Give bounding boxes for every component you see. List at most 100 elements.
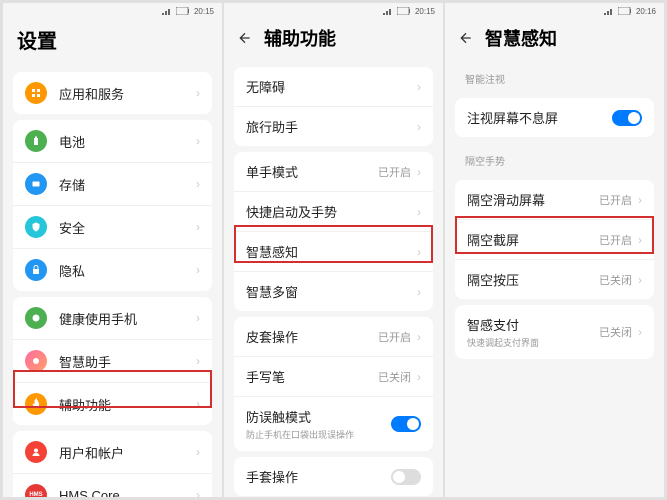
row-battery[interactable]: 电池 › [13, 120, 212, 162]
settings-group-2: 电池 › 存储 › 安全 › 隐私 › [13, 120, 212, 291]
chevron-right-icon: › [638, 193, 642, 207]
content: 智能注视 注视屏幕不息屏 隔空手势 隔空滑动屏幕 已开启 › 隔空截屏 已开启 … [445, 61, 664, 497]
row-stylus[interactable]: 手写笔 已关闭 › [234, 356, 433, 396]
assistant-icon [25, 350, 47, 372]
chevron-right-icon: › [196, 397, 200, 411]
status-time: 20:15 [415, 7, 435, 16]
row-accessibility[interactable]: 辅助功能 › [13, 382, 212, 425]
row-users[interactable]: 用户和帐户 › [13, 431, 212, 473]
row-label: 隐私 [59, 261, 194, 280]
row-gaze-keep-on[interactable]: 注视屏幕不息屏 [455, 98, 654, 137]
status-bar: 20:15 [224, 3, 443, 19]
chevron-right-icon: › [638, 273, 642, 287]
row-gestures[interactable]: 快捷启动及手势 › [234, 191, 433, 231]
row-label: 智感支付 [467, 315, 599, 334]
row-label: 隔空截屏 [467, 230, 599, 249]
chevron-right-icon: › [196, 354, 200, 368]
row-storage[interactable]: 存储 › [13, 162, 212, 205]
status-time: 20:15 [194, 7, 214, 16]
row-label: 手套操作 [246, 467, 391, 486]
row-label: 单手模式 [246, 162, 378, 181]
status-bar: 20:16 [445, 3, 664, 19]
group-2: 单手模式 已开启 › 快捷启动及手势 › 智慧感知 › 智慧多窗 › [234, 152, 433, 311]
group-air-gestures: 隔空滑动屏幕 已开启 › 隔空截屏 已开启 › 隔空按压 已关闭 › [455, 180, 654, 299]
status-bar: 20:15 [3, 3, 222, 19]
chevron-right-icon: › [417, 120, 421, 134]
screen-smart-sensing: 20:16 智慧感知 智能注视 注视屏幕不息屏 隔空手势 隔空滑动屏幕 已开启 … [445, 3, 664, 497]
row-label: HMS Core [59, 488, 194, 498]
toggle-glove[interactable] [391, 469, 421, 485]
chevron-right-icon: › [196, 177, 200, 191]
back-button[interactable] [236, 29, 254, 47]
shield-icon [25, 216, 47, 238]
hms-icon: HMS [25, 484, 47, 497]
row-label: 无障碍 [246, 77, 415, 96]
row-status: 已开启 [378, 164, 411, 180]
row-case[interactable]: 皮套操作 已开启 › [234, 317, 433, 356]
settings-group-4: 用户和帐户 › HMS HMS Core › 系统和更新 › i 关于手机 › [13, 431, 212, 497]
row-label: 安全 [59, 218, 194, 237]
content: 应用和服务 › 电池 › 存储 › 安全 › 隐私 [3, 66, 222, 497]
chevron-right-icon: › [196, 445, 200, 459]
page-title: 辅助功能 [264, 25, 336, 51]
row-sublabel: 快速调起支付界面 [467, 336, 599, 349]
signal-icon [162, 7, 172, 15]
row-security[interactable]: 安全 › [13, 205, 212, 248]
row-hms[interactable]: HMS HMS Core › [13, 473, 212, 497]
row-onehand[interactable]: 单手模式 已开启 › [234, 152, 433, 191]
row-label: 应用和服务 [59, 84, 194, 103]
chevron-right-icon: › [417, 370, 421, 384]
row-status: 已关闭 [599, 324, 632, 340]
user-icon [25, 441, 47, 463]
chevron-right-icon: › [638, 233, 642, 247]
row-privacy[interactable]: 隐私 › [13, 248, 212, 291]
row-multiwindow[interactable]: 智慧多窗 › [234, 271, 433, 311]
row-travel[interactable]: 旅行助手 › [234, 106, 433, 146]
row-label: 注视屏幕不息屏 [467, 108, 612, 127]
header: 智慧感知 [445, 19, 664, 61]
row-assistant[interactable]: 智慧助手 › [13, 339, 212, 382]
back-button[interactable] [457, 29, 475, 47]
row-mistouch[interactable]: 防误触模式 防止手机在口袋出现误操作 [234, 396, 433, 451]
row-status: 已关闭 [599, 272, 632, 288]
row-air-scroll[interactable]: 隔空滑动屏幕 已开启 › [455, 180, 654, 219]
row-air-press[interactable]: 隔空按压 已关闭 › [455, 259, 654, 299]
chevron-right-icon: › [196, 220, 200, 234]
row-label: 防误触模式 [246, 407, 391, 426]
row-label: 辅助功能 [59, 395, 194, 414]
row-smart-pay[interactable]: 智感支付 快速调起支付界面 已关闭 › [455, 305, 654, 359]
row-label: 电池 [59, 132, 194, 151]
row-label: 旅行助手 [246, 117, 415, 136]
header: 设置 [3, 19, 222, 66]
row-label: 隔空按压 [467, 270, 599, 289]
chevron-right-icon: › [196, 134, 200, 148]
row-sublabel: 防止手机在口袋出现误操作 [246, 428, 391, 441]
row-status: 已关闭 [378, 369, 411, 385]
health-icon [25, 307, 47, 329]
row-status: 已开启 [378, 329, 411, 345]
row-label: 手写笔 [246, 367, 378, 386]
chevron-right-icon: › [196, 311, 200, 325]
row-label: 智慧助手 [59, 352, 194, 371]
row-smart-sensing[interactable]: 智慧感知 › [234, 231, 433, 271]
screen-accessibility: 20:15 辅助功能 无障碍 › 旅行助手 › 单手模式 已开启 › 快捷启动 [224, 3, 443, 497]
row-label: 智慧感知 [246, 242, 415, 261]
apps-icon [25, 82, 47, 104]
battery-icon [176, 7, 190, 15]
row-air-screenshot[interactable]: 隔空截屏 已开启 › [455, 219, 654, 259]
row-health[interactable]: 健康使用手机 › [13, 297, 212, 339]
section-label: 隔空手势 [451, 143, 658, 174]
battery-icon [618, 7, 632, 15]
chevron-right-icon: › [417, 245, 421, 259]
row-apps-services[interactable]: 应用和服务 › [13, 72, 212, 114]
row-label: 隔空滑动屏幕 [467, 190, 599, 209]
row-glove[interactable]: 手套操作 [234, 457, 433, 496]
signal-icon [383, 7, 393, 15]
chevron-right-icon: › [638, 325, 642, 339]
row-label: 快捷启动及手势 [246, 202, 415, 221]
page-title: 设置 [17, 25, 57, 54]
toggle-mistouch[interactable] [391, 416, 421, 432]
toggle-gaze[interactable] [612, 110, 642, 126]
row-status: 已开启 [599, 232, 632, 248]
row-barrier-free[interactable]: 无障碍 › [234, 67, 433, 106]
